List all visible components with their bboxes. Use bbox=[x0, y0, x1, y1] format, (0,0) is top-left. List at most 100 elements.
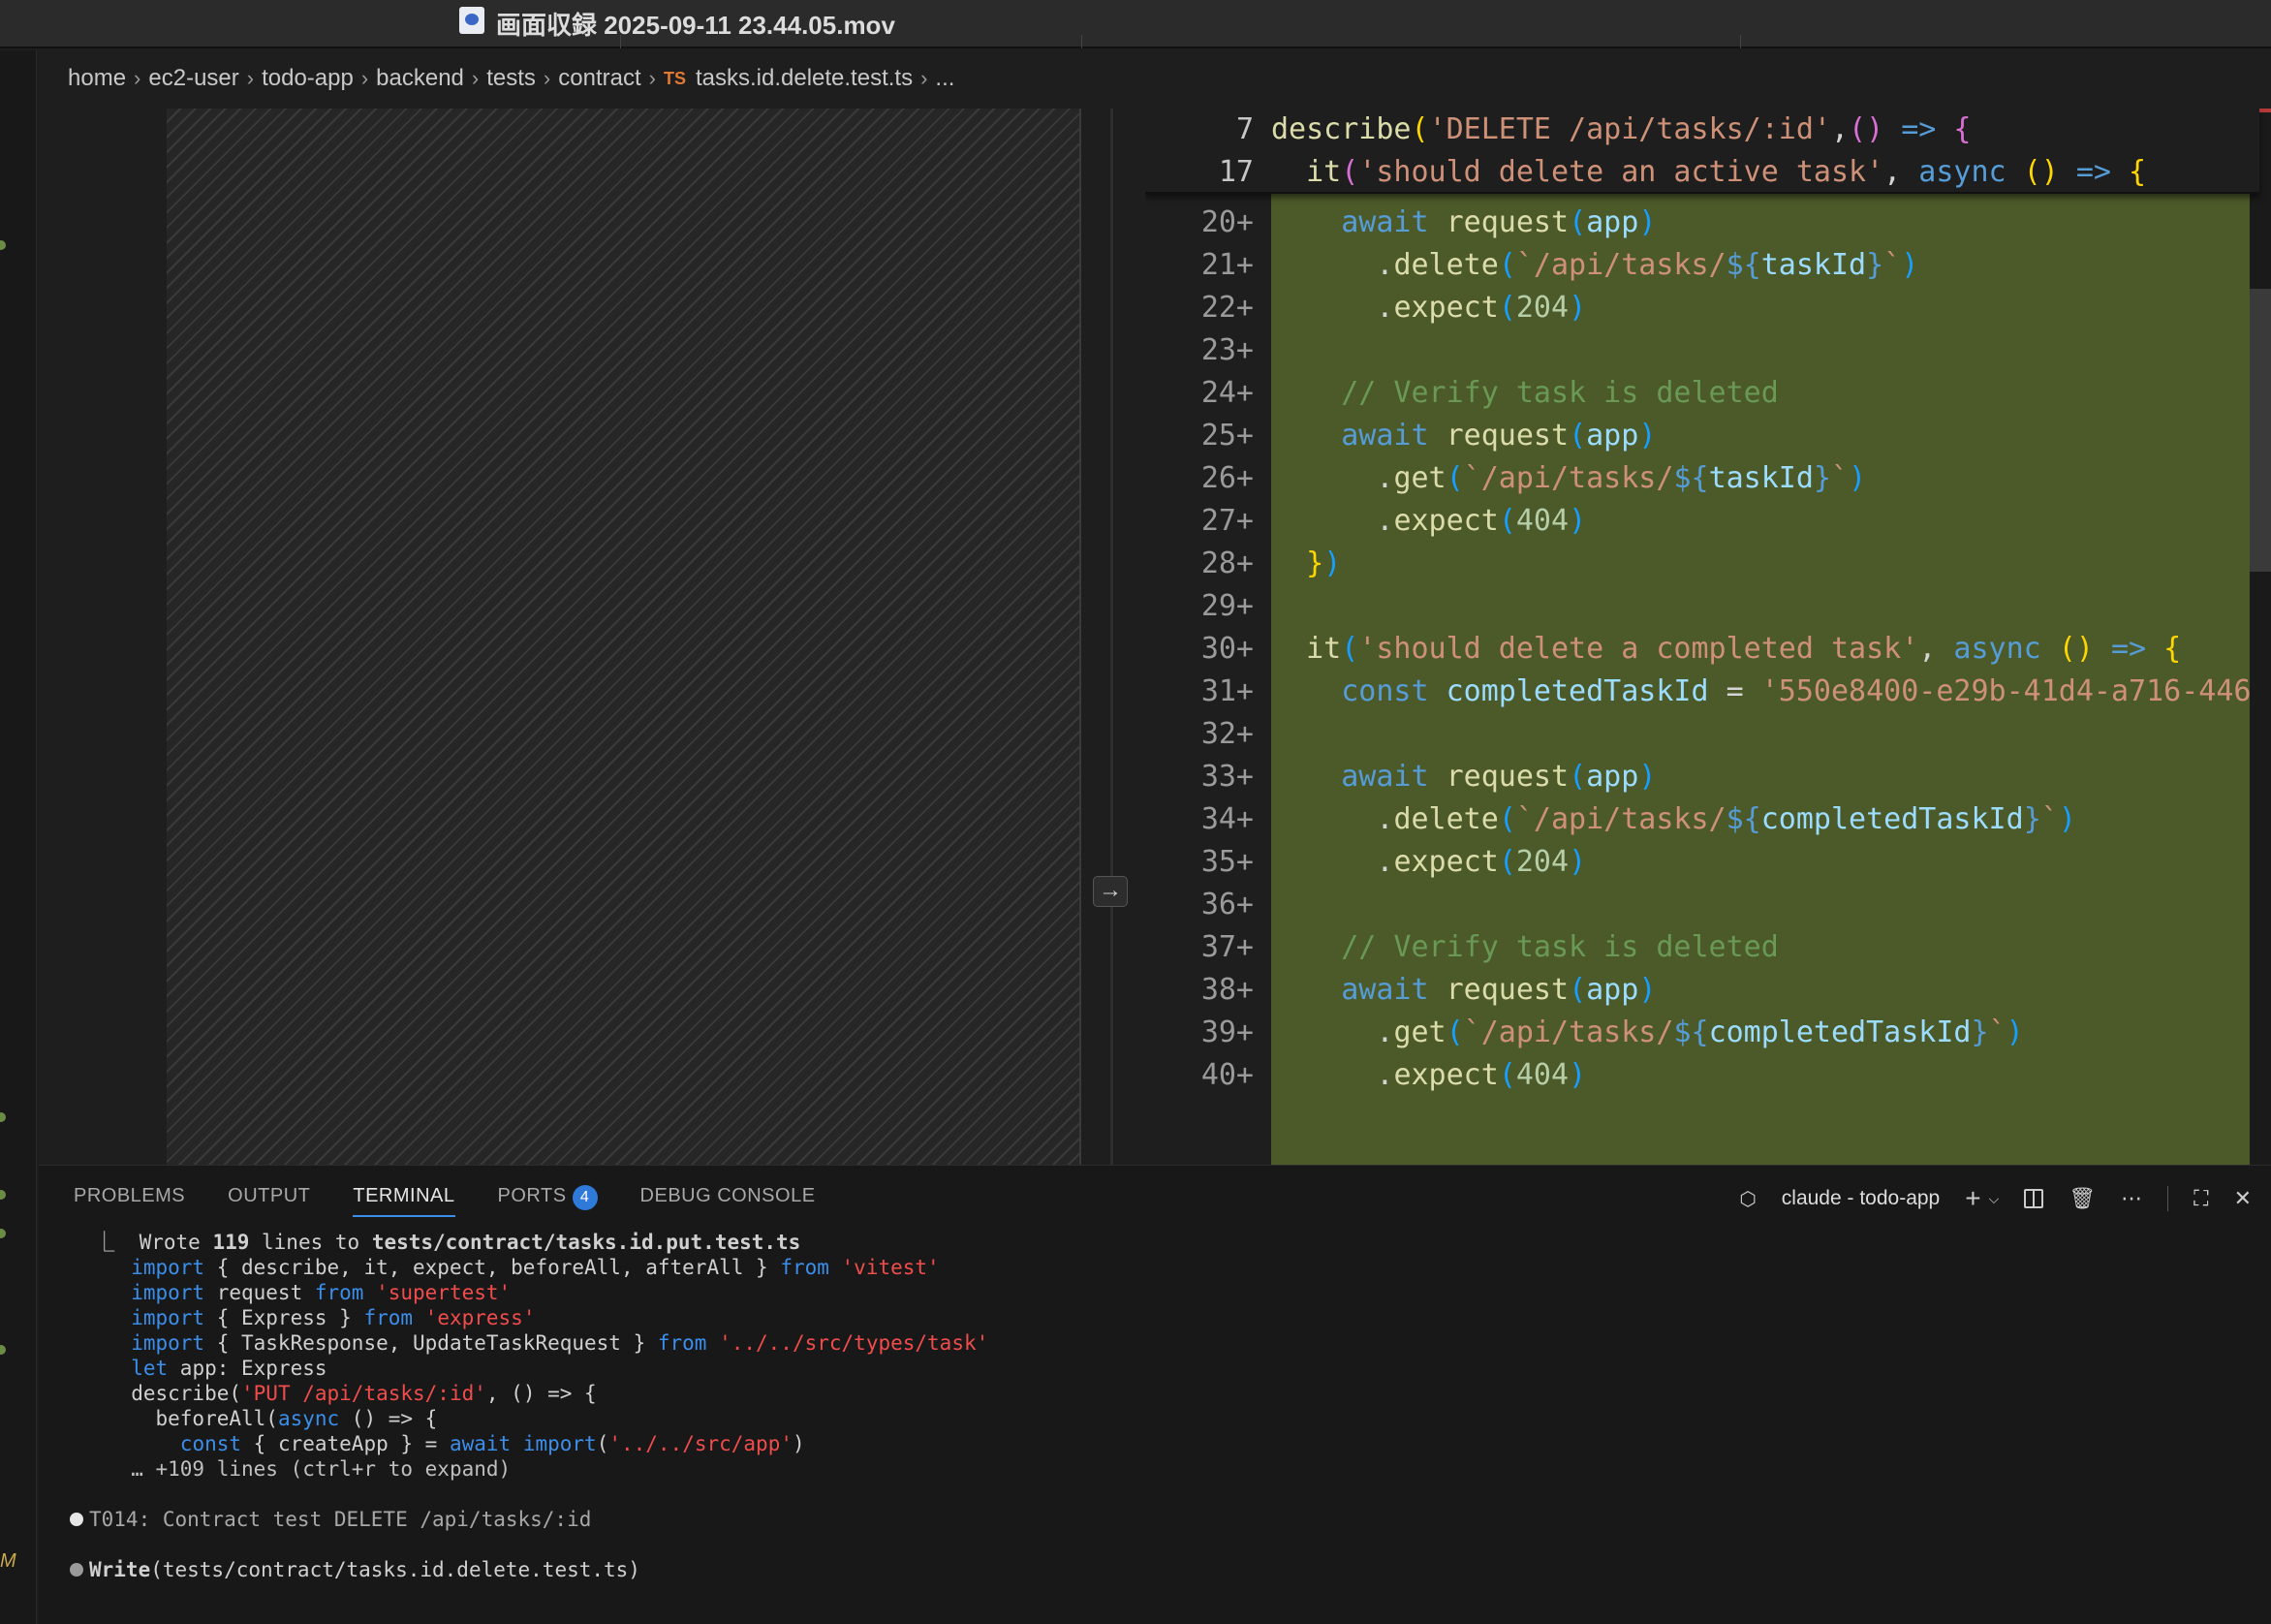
change-marker bbox=[0, 240, 6, 250]
code-line[interactable]: 31+ const completedTaskId = '550e8400-e2… bbox=[1145, 671, 2271, 713]
chevron-down-icon[interactable]: ⌵ bbox=[1989, 1191, 2000, 1207]
sticky-scroll-header[interactable]: 7 describe('DELETE /api/tasks/:id',() => … bbox=[1145, 109, 2259, 194]
breadcrumb-item[interactable]: contract bbox=[558, 65, 640, 92]
code-token: `/api/tasks/ bbox=[1463, 461, 1674, 495]
revert-change-arrow-icon[interactable]: → bbox=[1093, 876, 1128, 907]
new-terminal-button[interactable]: + bbox=[1965, 1183, 1980, 1214]
tab-output[interactable]: OUTPUT bbox=[228, 1185, 310, 1217]
code-line[interactable]: 22+ .expect(204) bbox=[1145, 287, 2259, 329]
scrollbar-thumb[interactable] bbox=[2250, 289, 2271, 572]
code-text: }) bbox=[1271, 543, 1341, 585]
code-token: ) bbox=[1638, 419, 1657, 453]
code-line[interactable]: 28+ }) bbox=[1145, 543, 2259, 585]
tab-debug-console[interactable]: DEBUG CONSOLE bbox=[640, 1185, 816, 1217]
code-line[interactable]: 32+ bbox=[1145, 713, 2259, 756]
code-line[interactable]: 37+ // Verify task is deleted bbox=[1145, 926, 2259, 969]
code-text: .get(`/api/tasks/${taskId}`) bbox=[1271, 457, 1866, 500]
code-line[interactable]: 27+ .expect(404) bbox=[1145, 500, 2259, 543]
change-marker bbox=[0, 1229, 6, 1238]
line-number: 37+ bbox=[1200, 930, 1254, 964]
line-number: 39+ bbox=[1200, 1015, 1254, 1049]
code-token: async bbox=[1953, 632, 2041, 666]
terminal-name[interactable]: claude - todo-app bbox=[1782, 1187, 1940, 1210]
terminal-token: 'supertest' bbox=[363, 1281, 512, 1304]
trash-icon[interactable]: 🗑 bbox=[2069, 1186, 2096, 1211]
maximize-panel-icon[interactable]: ⛶ bbox=[2193, 1186, 2208, 1211]
breadcrumb-item[interactable]: ec2-user bbox=[148, 65, 238, 92]
terminal-token: { Express } bbox=[204, 1306, 364, 1329]
terminal-text: lines to bbox=[249, 1231, 372, 1254]
code-line[interactable]: 29+ bbox=[1145, 585, 2259, 628]
code-line[interactable]: 33+ await request(app) bbox=[1145, 756, 2259, 798]
code-line[interactable]: 40+ .expect(404) bbox=[1145, 1054, 2259, 1097]
code-line[interactable]: 20+ await request(app) bbox=[1145, 202, 2259, 244]
breadcrumb-item[interactable]: home bbox=[68, 65, 126, 92]
code-token: request bbox=[1428, 419, 1570, 453]
code-token: 'should delete an active task' bbox=[1358, 155, 1884, 189]
code-line[interactable]: 24+ // Verify task is deleted bbox=[1145, 372, 2259, 415]
tab-ports[interactable]: PORTS 4 bbox=[498, 1185, 598, 1217]
code-text: .expect(204) bbox=[1271, 287, 1586, 329]
panel-tabs: PROBLEMS OUTPUT TERMINAL PORTS 4 DEBUG CONSOL… bbox=[74, 1185, 816, 1217]
code-line[interactable]: 35+ .expect(204) bbox=[1145, 841, 2259, 884]
code-token: await bbox=[1341, 205, 1429, 239]
code-token: '550e8400-e29b-41d4-a716-446655440002' bbox=[1760, 674, 2271, 708]
terminal-token: () => { bbox=[339, 1407, 438, 1430]
code-text: await request(app) bbox=[1271, 202, 1656, 244]
ports-count-badge: 4 bbox=[572, 1185, 598, 1210]
tab-divider bbox=[620, 35, 621, 48]
diff-divider[interactable] bbox=[1110, 109, 1113, 1165]
tab-problems[interactable]: PROBLEMS bbox=[74, 1185, 185, 1217]
terminal-text: T014: Contract test DELETE /api/tasks/:i… bbox=[89, 1508, 592, 1531]
breadcrumb-item[interactable]: backend bbox=[376, 65, 464, 92]
code-line[interactable]: 30+ it('should delete a completed task',… bbox=[1145, 628, 2259, 671]
terminal-token: import bbox=[131, 1331, 205, 1355]
code-line[interactable]: 34+ .delete(`/api/tasks/${completedTaskI… bbox=[1145, 798, 2259, 841]
code-line[interactable]: 38+ await request(app) bbox=[1145, 969, 2259, 1012]
code-line[interactable]: 21+ .delete(`/api/tasks/${taskId}`) bbox=[1145, 244, 2259, 287]
sticky-line[interactable]: 7 describe('DELETE /api/tasks/:id',() => … bbox=[1145, 109, 2259, 151]
code-line[interactable]: 23+ bbox=[1145, 329, 2259, 372]
breadcrumb-file[interactable]: tasks.id.delete.test.ts bbox=[696, 65, 913, 92]
code-line[interactable]: 26+ .get(`/api/tasks/${taskId}`) bbox=[1145, 457, 2259, 500]
tab-terminal[interactable]: TERMINAL bbox=[353, 1185, 455, 1217]
code-token: request bbox=[1428, 205, 1570, 239]
split-terminal-icon[interactable] bbox=[2024, 1189, 2044, 1208]
tab-divider bbox=[1081, 35, 1082, 48]
terminal-token: '../../src/types/task' bbox=[706, 1331, 989, 1355]
code-line[interactable]: 25+ await request(app) bbox=[1145, 415, 2259, 457]
code-token: request bbox=[1428, 973, 1570, 1007]
code-token: ) bbox=[1569, 845, 1587, 879]
more-actions-icon[interactable]: ⋯ bbox=[2121, 1186, 2142, 1211]
code-token: ( bbox=[1569, 973, 1587, 1007]
sticky-line[interactable]: 17 it('should delete an active task', as… bbox=[1145, 151, 2259, 194]
terminal-output[interactable]: ⎿ Wrote 119 lines to tests/contract/task… bbox=[70, 1230, 988, 1582]
code-line[interactable]: 39+ .get(`/api/tasks/${completedTaskId}`… bbox=[1145, 1012, 2259, 1054]
chevron-right-icon: › bbox=[648, 66, 656, 90]
code-token: get bbox=[1393, 461, 1447, 495]
breadcrumb-item[interactable]: tests bbox=[486, 65, 536, 92]
code-token: taskId bbox=[1708, 461, 1814, 495]
close-panel-icon[interactable]: ✕ bbox=[2234, 1186, 2252, 1211]
code-token: await bbox=[1341, 760, 1429, 794]
diff-modified-pane[interactable]: 18+ const taskId = '550e8400-e29b-41d4-a… bbox=[1145, 109, 2271, 1165]
line-number: 25+ bbox=[1200, 419, 1254, 453]
breadcrumb-item[interactable]: todo-app bbox=[262, 65, 354, 92]
terminal-text: ⎿ Wrote bbox=[70, 1231, 213, 1254]
line-number: 23+ bbox=[1200, 333, 1254, 367]
chevron-right-icon: › bbox=[471, 66, 480, 90]
code-line[interactable]: 36+ bbox=[1145, 884, 2259, 926]
breadcrumb-more[interactable]: ... bbox=[935, 65, 954, 92]
line-number: 26+ bbox=[1200, 461, 1254, 495]
terminal-token: 'PUT /api/tasks/:id' bbox=[241, 1382, 486, 1405]
editor-scrollbar[interactable] bbox=[2250, 109, 2271, 1165]
code-token: } bbox=[1971, 1015, 1989, 1049]
code-token: ) bbox=[1569, 504, 1587, 538]
code-token: ) bbox=[1569, 1058, 1587, 1092]
terminal-token: app: Express bbox=[168, 1357, 327, 1380]
